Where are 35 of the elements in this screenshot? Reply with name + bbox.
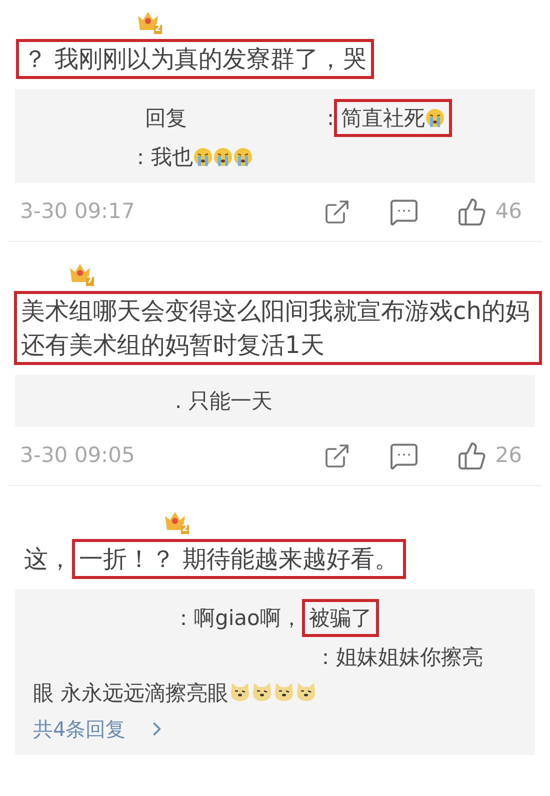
comment-text: ：啊giao啊，	[173, 606, 302, 630]
comment-text: 一折！？ 期待能越来越好看。	[79, 545, 399, 573]
like-count: 46	[495, 198, 522, 226]
crown-icon	[68, 262, 92, 284]
like-icon[interactable]	[457, 441, 488, 471]
comment-time: 3-30 09:17	[20, 198, 135, 226]
share-icon[interactable]	[323, 442, 352, 470]
crying-face-icon	[213, 147, 233, 167]
dog-face-icon	[228, 681, 251, 703]
comment-icon[interactable]	[389, 197, 420, 227]
share-icon[interactable]	[323, 198, 352, 226]
dog-face-icon	[272, 681, 295, 703]
dog-face-icon	[294, 681, 317, 703]
crying-face-icon	[425, 108, 446, 128]
comment-icon[interactable]	[389, 441, 420, 471]
comment-text: 这，	[24, 545, 72, 573]
like-count: 26	[495, 442, 522, 470]
comment-text: 眼 永永远远滴擦亮眼	[33, 681, 229, 705]
crying-face-icon	[193, 147, 213, 167]
more-replies-link[interactable]: 共4条回复	[33, 713, 168, 745]
comment-text: ？ 我刚刚以为真的发寮群了，哭	[23, 45, 367, 73]
comment-text: 被骗了	[308, 606, 372, 630]
comment-text: 回复	[145, 106, 187, 130]
comment-text: . 只能一天	[175, 389, 272, 413]
crown-icon	[163, 510, 187, 532]
comment-text: 美术组哪天会变得这么阳间我就宣布游戏ch的妈还有美术组的妈暂时复活1天	[21, 297, 530, 359]
comment-text: :	[327, 106, 334, 130]
like-icon[interactable]	[457, 197, 488, 227]
comment-text: ：姐妹姐妹你擦亮	[315, 645, 483, 669]
comment-text: ：我也	[130, 145, 193, 169]
comment-text: 简直社死	[341, 106, 426, 130]
crown-icon	[136, 10, 160, 32]
dog-face-icon	[250, 681, 273, 703]
comment-time: 3-30 09:05	[20, 442, 135, 470]
crying-face-icon	[233, 147, 253, 167]
